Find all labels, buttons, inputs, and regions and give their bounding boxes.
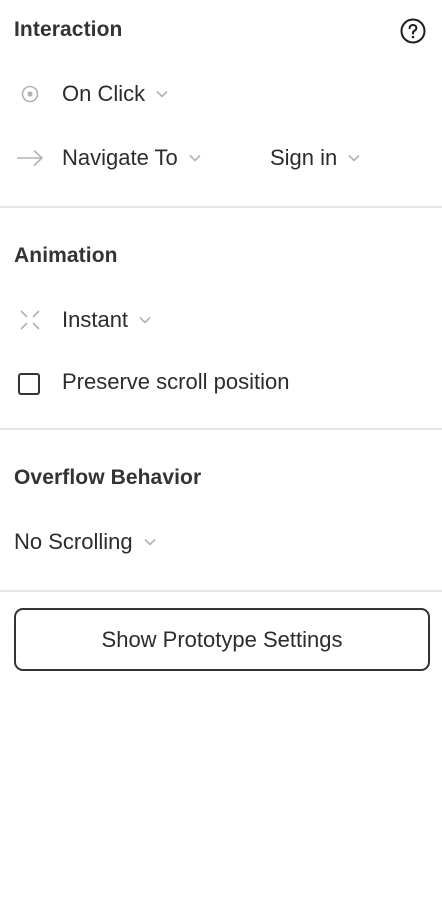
overflow-section-title: Overflow Behavior (14, 466, 202, 489)
animation-type-label: Instant (62, 307, 129, 332)
destination-dropdown[interactable]: Sign in (270, 138, 361, 178)
overflow-dropdown[interactable]: No Scrolling (14, 522, 157, 562)
trigger-dropdown-label: On Click (62, 81, 146, 106)
chevron-down-icon (138, 313, 152, 327)
preserve-scroll-label[interactable]: Preserve scroll position (62, 369, 289, 395)
chevron-down-icon (143, 535, 157, 549)
destination-dropdown-label: Sign in (270, 145, 338, 170)
instant-collapse-icon (14, 304, 46, 336)
animation-type-dropdown[interactable]: Instant (62, 300, 152, 340)
question-circle-icon[interactable] (400, 18, 426, 44)
action-dropdown[interactable]: Navigate To (62, 138, 202, 178)
chevron-down-icon (347, 151, 361, 165)
chevron-down-icon (155, 87, 169, 101)
action-dropdown-label: Navigate To (62, 145, 178, 170)
section-divider (0, 590, 442, 592)
interaction-section-title: Interaction (14, 18, 123, 41)
overflow-dropdown-label: No Scrolling (14, 529, 133, 554)
section-divider (0, 428, 442, 430)
animation-section-title: Animation (14, 244, 118, 267)
arrow-right-icon (14, 142, 46, 174)
target-dot-icon (14, 78, 46, 110)
section-divider (0, 206, 442, 208)
preserve-scroll-checkbox[interactable] (18, 373, 40, 395)
chevron-down-icon (188, 151, 202, 165)
show-prototype-settings-button[interactable]: Show Prototype Settings (14, 608, 430, 671)
trigger-dropdown[interactable]: On Click (62, 74, 169, 114)
